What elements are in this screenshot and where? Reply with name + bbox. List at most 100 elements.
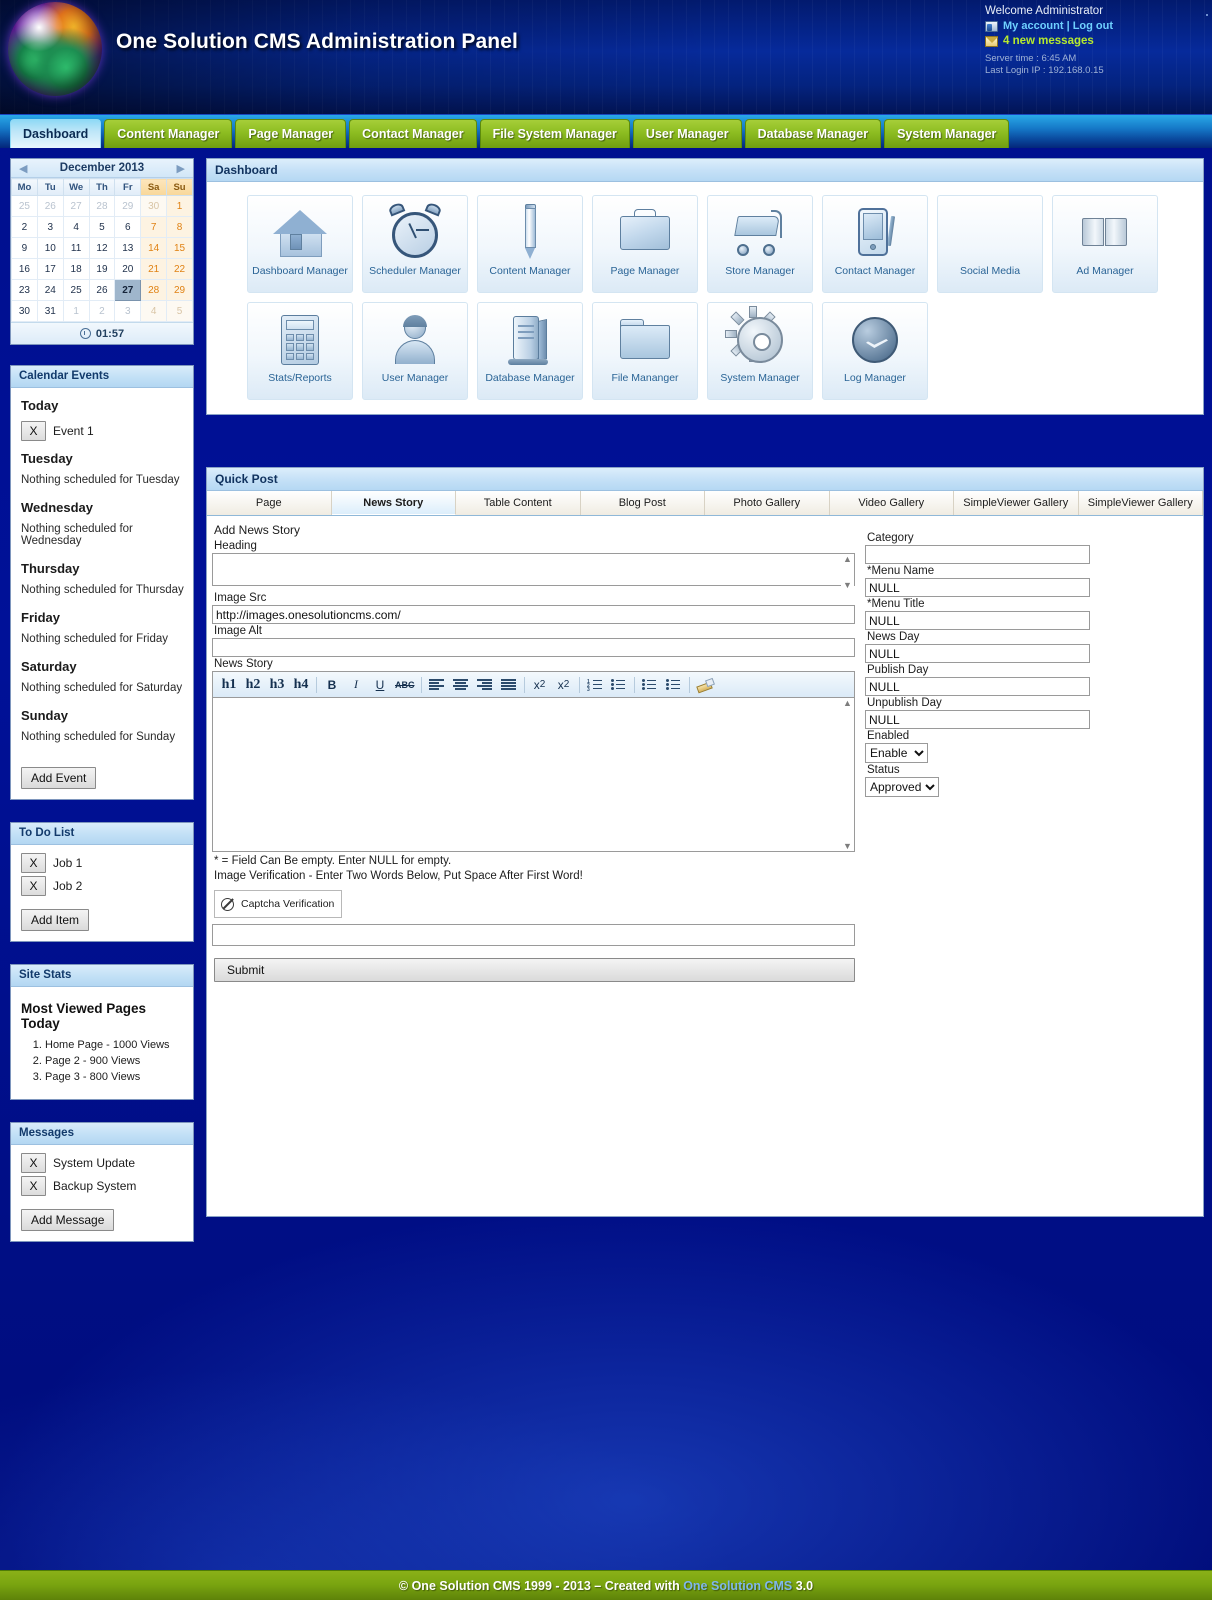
dashboard-tile-log-manager[interactable]: Log Manager xyxy=(822,302,928,400)
dashboard-tile-dashboard-manager[interactable]: Dashboard Manager xyxy=(247,195,353,293)
heading-scrollbar[interactable]: ▲ ▼ xyxy=(841,554,854,590)
news-story-scrollbar[interactable]: ▲ ▼ xyxy=(841,698,854,851)
quickpost-tab-2[interactable]: Table Content xyxy=(456,491,581,515)
dashboard-tile-user-manager[interactable]: User Manager xyxy=(362,302,468,400)
image-src-input[interactable] xyxy=(212,605,855,624)
h2-button[interactable]: h2 xyxy=(241,674,265,696)
new-messages-link[interactable]: 4 new messages xyxy=(1003,35,1094,47)
submit-button[interactable]: Submit xyxy=(214,958,855,982)
nav-tab-file-system-manager[interactable]: File System Manager xyxy=(479,119,630,148)
dashboard-tile-content-manager[interactable]: Content Manager xyxy=(477,195,583,293)
calendar-day-cell[interactable]: 29 xyxy=(166,279,193,301)
calendar-prev-icon[interactable]: ◀ xyxy=(17,162,29,175)
calendar-day-cell[interactable]: 22 xyxy=(166,258,193,280)
menu-name-input[interactable] xyxy=(865,578,1090,597)
dashboard-tile-scheduler-manager[interactable]: Scheduler Manager xyxy=(362,195,468,293)
add-item-button[interactable]: Add Item xyxy=(21,909,90,931)
outdent-button[interactable] xyxy=(662,674,686,696)
calendar-day-cell[interactable]: 5 xyxy=(88,216,116,238)
dashboard-tile-page-manager[interactable]: Page Manager xyxy=(592,195,698,293)
add-item-button[interactable]: Add Message xyxy=(21,1209,115,1231)
calendar-day-cell[interactable]: 26 xyxy=(88,279,116,301)
delete-item-button[interactable]: X xyxy=(21,1176,46,1196)
calendar-day-cell[interactable]: 29 xyxy=(114,195,142,217)
calendar-day-cell[interactable]: 19 xyxy=(88,258,116,280)
my-account-link[interactable]: My account | Log out xyxy=(1003,20,1113,32)
calendar-day-cell[interactable]: 23 xyxy=(11,279,38,301)
align-center-button[interactable] xyxy=(449,674,473,696)
h1-button[interactable]: h1 xyxy=(217,674,241,696)
heading-input[interactable] xyxy=(212,553,855,586)
nav-tab-user-manager[interactable]: User Manager xyxy=(632,119,742,148)
calendar-day-cell[interactable]: 5 xyxy=(166,300,193,322)
indent-button[interactable] xyxy=(638,674,662,696)
quickpost-tab-6[interactable]: SimpleViewer Gallery xyxy=(954,491,1079,515)
dashboard-tile-database-manager[interactable]: Database Manager xyxy=(477,302,583,400)
dashboard-tile-ad-manager[interactable]: Ad Manager xyxy=(1052,195,1158,293)
calendar-day-cell[interactable]: 24 xyxy=(36,279,64,301)
calendar-day-cell[interactable]: 1 xyxy=(166,195,193,217)
enabled-select[interactable]: EnableDisable xyxy=(865,743,928,763)
calendar-day-cell[interactable]: 28 xyxy=(88,195,116,217)
nav-tab-content-manager[interactable]: Content Manager xyxy=(104,119,233,148)
add-event-button[interactable]: Add Event xyxy=(21,767,97,789)
italic-button[interactable]: I xyxy=(344,674,368,696)
calendar-day-cell[interactable]: 31 xyxy=(36,300,64,322)
calendar-day-cell[interactable]: 4 xyxy=(140,300,168,322)
bold-button[interactable]: B xyxy=(320,674,344,696)
superscript-button[interactable]: x2 xyxy=(552,674,576,696)
calendar-day-cell[interactable]: 14 xyxy=(140,237,168,259)
delete-item-button[interactable]: X xyxy=(21,1153,46,1173)
calendar-day-cell[interactable]: 25 xyxy=(11,195,38,217)
calendar-day-cell[interactable]: 6 xyxy=(114,216,142,238)
h3-button[interactable]: h3 xyxy=(265,674,289,696)
dashboard-tile-file-mananger[interactable]: File Mananger xyxy=(592,302,698,400)
calendar-day-cell[interactable]: 3 xyxy=(36,216,64,238)
calendar-day-cell[interactable]: 12 xyxy=(88,237,116,259)
calendar-day-cell[interactable]: 27 xyxy=(62,195,90,217)
calendar-day-cell[interactable]: 4 xyxy=(62,216,90,238)
calendar-day-cell[interactable]: 11 xyxy=(62,237,90,259)
calendar-day-cell[interactable]: 20 xyxy=(114,258,142,280)
calendar-day-cell[interactable]: 3 xyxy=(114,300,142,322)
nav-tab-system-manager[interactable]: System Manager xyxy=(884,119,1010,148)
dashboard-tile-stats-reports[interactable]: Stats/Reports xyxy=(247,302,353,400)
news-day-input[interactable] xyxy=(865,644,1090,663)
subscript-button[interactable]: x2 xyxy=(528,674,552,696)
dashboard-tile-social-media[interactable]: Social Media xyxy=(937,195,1043,293)
dashboard-tile-store-manager[interactable]: Store Manager xyxy=(707,195,813,293)
strikethrough-button[interactable]: ABC xyxy=(392,674,418,696)
quickpost-tab-7[interactable]: SimpleViewer Gallery xyxy=(1078,491,1203,515)
nav-tab-page-manager[interactable]: Page Manager xyxy=(235,119,347,148)
status-select[interactable]: ApprovedPendingRejected xyxy=(865,777,939,797)
quickpost-tab-4[interactable]: Photo Gallery xyxy=(705,491,830,515)
calendar-day-cell[interactable]: 30 xyxy=(11,300,38,322)
h4-button[interactable]: h4 xyxy=(289,674,313,696)
calendar-day-cell[interactable]: 17 xyxy=(36,258,64,280)
delete-item-button[interactable]: X xyxy=(21,853,46,873)
publish-day-input[interactable] xyxy=(865,677,1090,696)
calendar-next-icon[interactable]: ▶ xyxy=(175,162,187,175)
calendar-day-cell[interactable]: 10 xyxy=(36,237,64,259)
calendar-day-cell[interactable]: 21 xyxy=(140,258,168,280)
calendar-day-cell[interactable]: 9 xyxy=(11,237,38,259)
dashboard-tile-system-manager[interactable]: System Manager xyxy=(707,302,813,400)
quickpost-tab-3[interactable]: Blog Post xyxy=(580,491,705,515)
footer-cms-link[interactable]: One Solution CMS xyxy=(683,1579,792,1593)
news-story-editor[interactable] xyxy=(212,697,855,852)
calendar-day-cell[interactable]: 13 xyxy=(114,237,142,259)
delete-item-button[interactable]: X xyxy=(21,876,46,896)
calendar-day-cell[interactable]: 2 xyxy=(11,216,38,238)
nav-tab-database-manager[interactable]: Database Manager xyxy=(744,119,882,148)
calendar-day-cell[interactable]: 8 xyxy=(166,216,193,238)
unpublish-day-input[interactable] xyxy=(865,710,1090,729)
menu-title-input[interactable] xyxy=(865,611,1090,630)
calendar-day-cell[interactable]: 16 xyxy=(11,258,38,280)
nav-tab-dashboard[interactable]: Dashboard xyxy=(10,119,102,148)
calendar-day-cell[interactable]: 7 xyxy=(140,216,168,238)
calendar-day-cell[interactable]: 25 xyxy=(62,279,90,301)
quickpost-tab-1[interactable]: News Story xyxy=(331,491,456,515)
align-justify-button[interactable] xyxy=(497,674,521,696)
calendar-day-cell[interactable]: 18 xyxy=(62,258,90,280)
calendar-day-cell[interactable]: 30 xyxy=(140,195,168,217)
